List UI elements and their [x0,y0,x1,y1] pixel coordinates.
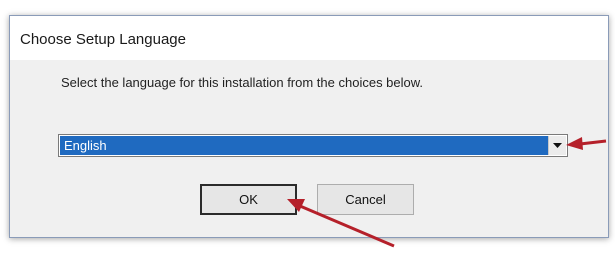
dropdown-button[interactable] [548,136,566,155]
cancel-button[interactable]: Cancel [317,184,414,215]
selected-language[interactable]: English [60,136,548,155]
dialog-title: Choose Setup Language [20,31,186,48]
language-select[interactable]: English [58,134,568,157]
instruction-text: Select the language for this installatio… [61,75,424,90]
screenshot-canvas: Choose Setup Language Select the languag… [0,0,615,253]
setup-language-dialog: Choose Setup Language Select the languag… [9,15,609,238]
dialog-titlebar: Choose Setup Language [10,16,608,60]
ok-button[interactable]: OK [200,184,297,215]
chevron-down-icon [553,143,562,148]
